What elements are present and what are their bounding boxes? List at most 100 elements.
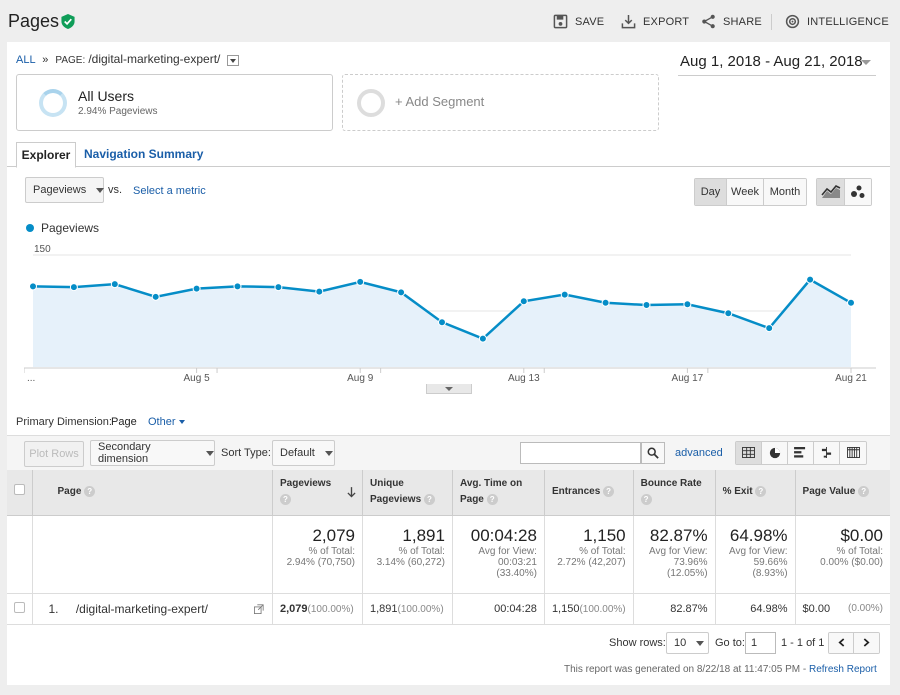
row-exit: 64.98% [715, 593, 796, 625]
open-external-icon[interactable] [254, 603, 264, 614]
line-chart-icon [820, 185, 840, 198]
month-button[interactable]: Month [764, 179, 806, 205]
help-icon[interactable]: ? [280, 494, 291, 506]
view-pivot-button[interactable] [840, 442, 866, 464]
save-button[interactable]: SAVE [553, 14, 604, 29]
header-bounce-rate[interactable]: Bounce Rate? [633, 470, 716, 516]
totals-entrances-sub1: % of Total: [579, 545, 626, 557]
date-range-caret-icon[interactable] [861, 60, 871, 65]
add-segment-button[interactable]: + Add Segment [342, 74, 659, 131]
granularity-toggle: Day Week Month [694, 178, 807, 206]
toolbar-divider [771, 14, 772, 30]
totals-bounce-sub3: (12.05%) [667, 567, 708, 579]
verified-shield-icon [61, 14, 75, 29]
metric-select[interactable]: Pageviews [25, 177, 105, 203]
metric-select-value: Pageviews [33, 184, 87, 196]
help-icon[interactable]: ? [486, 494, 498, 506]
next-page-button[interactable] [854, 633, 879, 653]
secondary-dimension-select[interactable]: Secondary dimension [90, 440, 215, 466]
data-point [274, 283, 283, 292]
select-metric-link[interactable]: Select a metric [133, 185, 206, 197]
header-value-label: Page Value [802, 486, 856, 498]
tab-explorer[interactable]: Explorer [16, 142, 76, 168]
goto-input[interactable]: 1 [745, 632, 776, 654]
header-pageviews-label: Pageviews [280, 478, 332, 490]
legend-pageviews[interactable]: Pageviews [41, 221, 99, 235]
totals-bounce-value: 82.87% [649, 525, 708, 545]
help-icon[interactable]: ? [84, 486, 96, 498]
breadcrumb-all-link[interactable]: ALL [16, 54, 35, 66]
share-button[interactable]: SHARE [701, 14, 762, 29]
header-exit-label: % Exit [722, 486, 753, 498]
data-point [724, 309, 733, 318]
pagination-range: 1 - 1 of 1 [781, 637, 825, 649]
help-icon[interactable]: ? [640, 494, 652, 506]
export-button[interactable]: EXPORT [621, 14, 689, 29]
refresh-report-link[interactable]: Refresh Report [809, 664, 877, 675]
header-entrances[interactable]: Entrances ? [544, 470, 634, 516]
select-all-checkbox[interactable] [14, 483, 26, 495]
tab-navigation-summary[interactable]: Navigation Summary [84, 147, 203, 161]
data-point [683, 300, 692, 309]
day-button[interactable]: Day [695, 179, 727, 205]
totals-entrances-sub2: 2.72% (42,207) [557, 556, 626, 568]
prev-page-button[interactable] [829, 633, 854, 653]
breadcrumb-dropdown-icon[interactable] [227, 54, 240, 66]
week-button[interactable]: Week [727, 179, 764, 205]
table-header-row: Page ? Pageviews? Unique Pageviews ? Avg… [7, 470, 890, 516]
header-avg-time[interactable]: Avg. Time on Page ? [452, 470, 545, 516]
x-tick-label: Aug 5 [184, 373, 211, 384]
view-comparison-button[interactable] [814, 442, 840, 464]
data-point [315, 287, 324, 296]
totals-exit: 64.98% Avg for View: 59.66% (8.93%) [715, 515, 796, 594]
motion-chart-button[interactable] [845, 179, 871, 205]
row-page-link[interactable]: /digital-marketing-expert/ [76, 602, 208, 616]
intelligence-button[interactable]: INTELLIGENCE [785, 14, 889, 29]
date-range-text: Aug 1, 2018 - Aug 21, 2018 [680, 53, 863, 70]
chart-type-toggle [816, 178, 872, 206]
x-tick-label: Aug 13 [508, 373, 540, 384]
help-icon[interactable]: ? [603, 486, 615, 498]
date-range-selector[interactable]: Aug 1, 2018 - Aug 21, 2018 [680, 53, 863, 70]
segment-all-users[interactable]: All Users 2.94% Pageviews [16, 74, 333, 131]
line-chart-button[interactable] [817, 179, 845, 205]
plot-rows-button[interactable]: Plot Rows [24, 441, 84, 467]
totals-bounce-sub2: 73.96% [673, 556, 708, 568]
row-checkbox[interactable] [14, 601, 26, 613]
primary-dimension-other[interactable]: Other [148, 416, 185, 428]
advanced-filter-link[interactable]: advanced [675, 447, 723, 459]
sort-type-select[interactable]: Default [272, 440, 335, 466]
header-page[interactable]: Page ? [32, 470, 273, 516]
primary-dimension-page[interactable]: Page [111, 416, 137, 428]
pagination-buttons [828, 632, 880, 654]
totals-entrances: 1,150 % of Total: 2.72% (42,207) [544, 515, 634, 594]
data-point [192, 284, 201, 293]
search-icon [647, 447, 659, 459]
totals-bounce: 82.87% Avg for View: 73.96% (12.05%) [633, 515, 716, 594]
data-point [110, 280, 119, 289]
header-page-value[interactable]: Page Value ? [795, 470, 890, 516]
view-performance-button[interactable] [788, 442, 814, 464]
header-page-label: Page [57, 486, 82, 498]
totals-value-sub2: 0.00% ($0.00) [820, 556, 883, 568]
view-data-table-button[interactable] [736, 442, 762, 464]
totals-avg-time-sub2: 00:03:21 [498, 556, 537, 568]
view-pie-button[interactable] [762, 442, 788, 464]
help-icon[interactable]: ? [423, 494, 435, 506]
header-unique-pageviews[interactable]: Unique Pageviews ? [362, 470, 453, 516]
table-search-button[interactable] [641, 442, 665, 464]
header-pageviews[interactable]: Pageviews? [272, 470, 363, 516]
table-row: 1. /digital-marketing-expert/ 2,079(100.… [7, 593, 890, 625]
show-rows-value: 10 [674, 637, 687, 649]
row-bounce: 82.87% [633, 593, 716, 625]
header-exit[interactable]: % Exit ? [715, 470, 796, 516]
chart-resize-handle[interactable] [426, 384, 472, 394]
help-icon[interactable]: ? [858, 486, 870, 498]
help-icon[interactable]: ? [755, 486, 767, 498]
show-rows-select[interactable]: 10 [666, 632, 709, 654]
table-view-toggle [735, 441, 867, 465]
totals-pageviews-value: 2,079 [312, 525, 355, 545]
table-search-input[interactable] [520, 442, 641, 464]
totals-bounce-sub1: Avg for View: [649, 545, 708, 557]
y-tick-label: 150 [34, 244, 51, 255]
